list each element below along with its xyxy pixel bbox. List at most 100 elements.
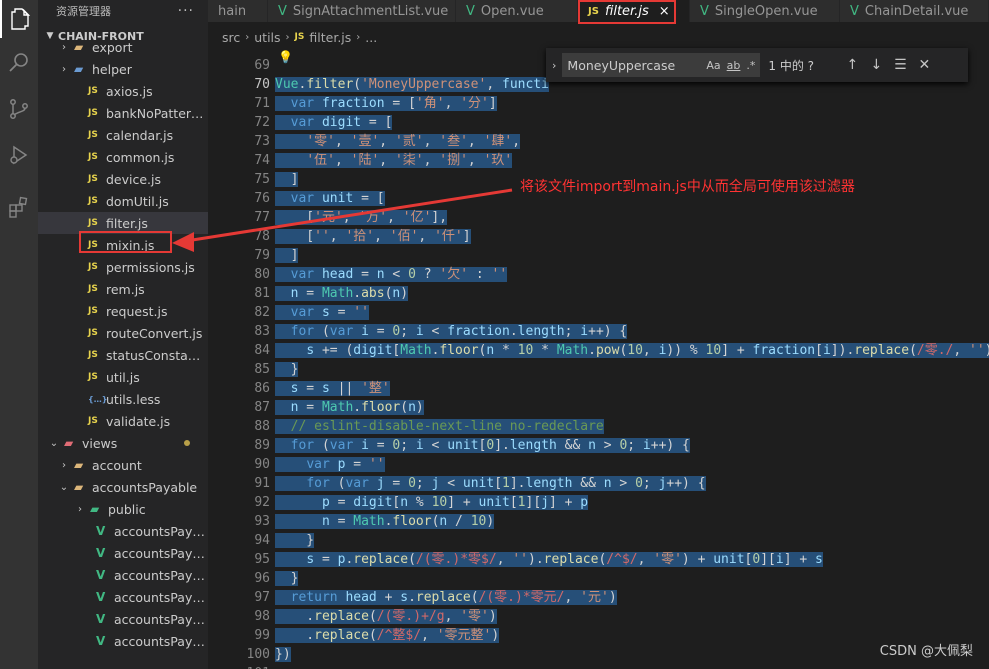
- extensions-icon[interactable]: [0, 188, 38, 226]
- tree-item[interactable]: › ▰ helper: [38, 58, 208, 80]
- tree-item-label: accountsPaya...: [114, 523, 208, 539]
- code-line[interactable]: var digit = [: [275, 113, 393, 132]
- code-line[interactable]: for (var i = 0; i < unit[0].length && n …: [275, 436, 690, 455]
- code-line[interactable]: for (var i = 0; i < fraction.length; i++…: [275, 322, 628, 341]
- tree-item[interactable]: ⌄ ▰ accountsPayable: [38, 476, 208, 498]
- code-line[interactable]: for (var j = 0; j < unit[1].length && n …: [275, 474, 706, 493]
- code-line[interactable]: s += (digit[Math.floor(n * 10 * Math.pow…: [275, 341, 989, 360]
- tree-item[interactable]: › ▰ public: [38, 498, 208, 520]
- code-line[interactable]: // eslint-disable-next-line no-redeclare: [275, 417, 604, 436]
- toggle-replace-icon[interactable]: ›: [552, 59, 556, 72]
- code-line[interactable]: var unit = [: [275, 189, 385, 208]
- breadcrumb-item-utils[interactable]: utils: [254, 30, 280, 45]
- tree-item[interactable]: VaccountsPaya...: [38, 608, 208, 630]
- chevron-right-icon: ›: [245, 31, 250, 43]
- code-editor[interactable]: 69 70 71 72 73 74 75 76 77 78 79 80 81 82 83 84 85 86 87 88…: [208, 48, 989, 669]
- folder-icon: ▰: [64, 436, 74, 450]
- tab-hain[interactable]: hain: [208, 0, 268, 22]
- match-whole-word-icon[interactable]: ab: [727, 59, 741, 72]
- tree-item[interactable]: JS rem.js: [38, 278, 208, 300]
- tree-item[interactable]: {…} utils.less: [38, 388, 208, 410]
- vue-file-icon: V: [96, 546, 106, 560]
- code-line[interactable]: return head + s.replace(/(零.)*零元/, '元'): [275, 588, 617, 607]
- run-debug-icon[interactable]: [0, 136, 38, 174]
- line-number: 90: [254, 457, 270, 472]
- tree-item[interactable]: ⌄ ▰ views: [38, 432, 208, 454]
- tree-item[interactable]: JS axios.js: [38, 80, 208, 102]
- code-line[interactable]: var p = '': [275, 455, 385, 474]
- code-line[interactable]: var s = '': [275, 303, 369, 322]
- chevron-right-icon: ›: [62, 459, 66, 471]
- code-line[interactable]: }: [275, 569, 299, 588]
- explorer-title: 资源管理器: [56, 5, 111, 18]
- breadcrumb-item-src[interactable]: src: [222, 30, 240, 45]
- tab-open-vue[interactable]: V Open.vue: [456, 0, 578, 22]
- breadcrumb-item-more[interactable]: ...: [365, 30, 377, 45]
- previous-match-icon[interactable]: ↑: [840, 57, 864, 73]
- tab-signattachmentlist-vue[interactable]: V SignAttachmentList.vue: [268, 0, 456, 22]
- code-line[interactable]: .replace(/(零.)+/g, '零'): [275, 607, 497, 626]
- js-file-icon: JS: [88, 152, 98, 162]
- tree-item[interactable]: JS device.js: [38, 168, 208, 190]
- close-find-icon[interactable]: ✕: [912, 57, 936, 73]
- vue-file-icon: V: [850, 3, 859, 19]
- code-line[interactable]: .replace(/^整$/, '零元整'): [275, 626, 500, 645]
- code-line[interactable]: ]: [275, 170, 299, 189]
- code-line[interactable]: Vue.filter('MoneyUppercase', functi: [275, 75, 549, 94]
- code-line[interactable]: p = digit[n % 10] + unit[1][j] + p: [275, 493, 589, 512]
- code-line[interactable]: ['元', '万', '亿'],: [275, 208, 448, 227]
- code-line[interactable]: }: [275, 531, 315, 550]
- more-actions-icon[interactable]: ···: [178, 3, 194, 19]
- breadcrumb-item-file[interactable]: filter.js: [309, 30, 351, 45]
- tab-singleopen-vue[interactable]: V SingleOpen.vue: [690, 0, 840, 22]
- highlight-box-file: [79, 231, 172, 253]
- tab-chaindetail-vue[interactable]: V ChainDetail.vue: [840, 0, 989, 22]
- code-line[interactable]: }: [275, 360, 299, 379]
- tree-item[interactable]: JS routeConvert.js: [38, 322, 208, 344]
- next-match-icon[interactable]: ↓: [864, 57, 888, 73]
- code-line[interactable]: n = Math.floor(n / 10): [275, 512, 495, 531]
- tree-item[interactable]: VaccountsPaya...: [38, 630, 208, 652]
- code-line[interactable]: var head = n < 0 ? '欠' : '': [275, 265, 508, 284]
- search-icon[interactable]: [0, 44, 38, 82]
- tree-item[interactable]: JS domUtil.js: [38, 190, 208, 212]
- tree-item[interactable]: VaccountsPaya...: [38, 586, 208, 608]
- source-control-icon[interactable]: [0, 90, 38, 128]
- line-number: 75: [254, 172, 270, 187]
- tree-item[interactable]: › ▰ account: [38, 454, 208, 476]
- tree-item[interactable]: JS validate.js: [38, 410, 208, 432]
- tree-item[interactable]: VaccountsPaya...: [38, 564, 208, 586]
- explorer-icon[interactable]: [0, 0, 38, 38]
- vue-file-icon: V: [96, 612, 106, 626]
- lightbulb-icon[interactable]: 💡: [278, 50, 293, 64]
- tree-item-label: statusConstant.js: [106, 347, 208, 363]
- tree-item[interactable]: JS permissions.js: [38, 256, 208, 278]
- tree-item[interactable]: JS calendar.js: [38, 124, 208, 146]
- use-regex-icon[interactable]: .*: [746, 59, 755, 72]
- code-line[interactable]: n = Math.floor(n): [275, 398, 424, 417]
- code-line[interactable]: s = s || '整': [275, 379, 390, 398]
- tree-item-label: common.js: [106, 149, 175, 165]
- tree-item[interactable]: JS common.js: [38, 146, 208, 168]
- code-line[interactable]: var fraction = ['角', '分']: [275, 94, 497, 113]
- find-in-selection-icon[interactable]: ☰: [888, 57, 912, 73]
- tree-item[interactable]: JS request.js: [38, 300, 208, 322]
- activity-bar: [0, 0, 38, 669]
- tree-item[interactable]: VaccountsPaya...: [38, 542, 208, 564]
- tree-item[interactable]: JS statusConstant.js: [38, 344, 208, 366]
- code-line[interactable]: n = Math.abs(n): [275, 284, 409, 303]
- code-line[interactable]: }): [275, 645, 291, 664]
- code-line[interactable]: '零', '壹', '贰', '叁', '肆',: [275, 132, 521, 151]
- code-line[interactable]: '伍', '陆', '柒', '捌', '玖': [275, 151, 513, 170]
- code-line[interactable]: s = p.replace(/(零.)*零$/, '').replace(/^$…: [275, 550, 823, 569]
- find-widget: › MoneyUppercase Aa ab .* 1 中的 ? ↑ ↓ ☰ ✕: [546, 48, 968, 82]
- tree-item[interactable]: VaccountsPaya...: [38, 520, 208, 542]
- tree-item[interactable]: JS bankNoPattern...: [38, 102, 208, 124]
- code-line[interactable]: ['', '拾', '佰', '仟']: [275, 227, 471, 246]
- find-input[interactable]: MoneyUppercase Aa ab .*: [562, 53, 761, 77]
- tree-item[interactable]: JS util.js: [38, 366, 208, 388]
- code-line[interactable]: ]: [275, 246, 299, 265]
- match-case-icon[interactable]: Aa: [706, 59, 720, 72]
- line-number: 73: [254, 134, 270, 149]
- tree-item[interactable]: › ▰ export: [38, 36, 208, 58]
